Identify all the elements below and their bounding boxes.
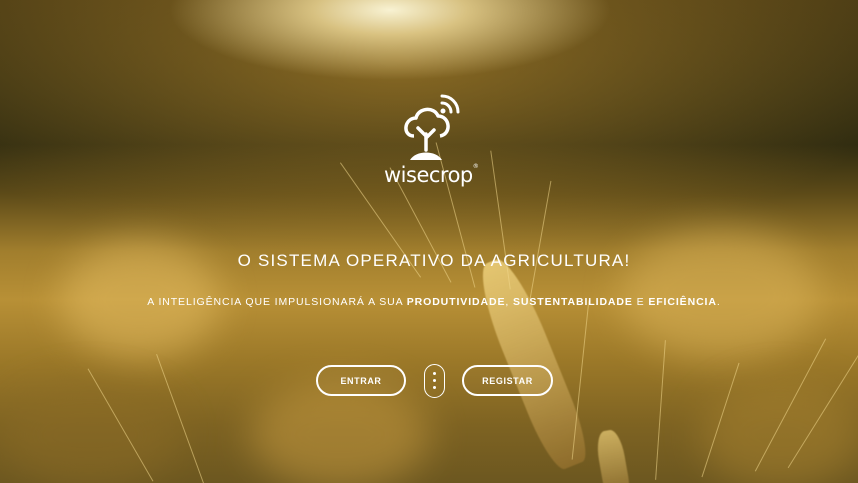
subline-separator: E [632,296,649,308]
brand-name: wisecrop [384,163,473,187]
registered-mark: ® [472,163,479,170]
subline-prefix: A INTELIGÊNCIA QUE IMPULSIONARÁ A SUA [147,296,407,308]
register-button[interactable]: REGISTAR [462,365,553,396]
subline-suffix: . [716,296,721,308]
hero-headline: O SISTEMA OPERATIVO DA AGRICULTURA! [237,251,631,270]
scroll-dot [432,379,436,382]
highlight-sustainability: SUSTENTABILIDADE [513,296,633,308]
highlight-efficiency: EFICIÊNCIA [648,296,717,308]
hero-background: wisecrop® O SISTEMA OPERATIVO DA AGRICUL… [0,0,858,483]
highlight-productivity: PRODUTIVIDADE [406,296,506,308]
login-button[interactable]: ENTRAR [316,365,406,396]
scroll-dot [432,386,436,389]
hero-content: wisecrop® O SISTEMA OPERATIVO DA AGRICUL… [0,0,858,483]
mouse-scroll-icon[interactable] [424,364,445,398]
hero-subline: A INTELIGÊNCIA QUE IMPULSIONARÁ A SUA PR… [0,296,858,308]
subline-separator: , [505,296,513,308]
scroll-dot [432,372,436,375]
brand-wordmark: wisecrop® [384,163,479,187]
